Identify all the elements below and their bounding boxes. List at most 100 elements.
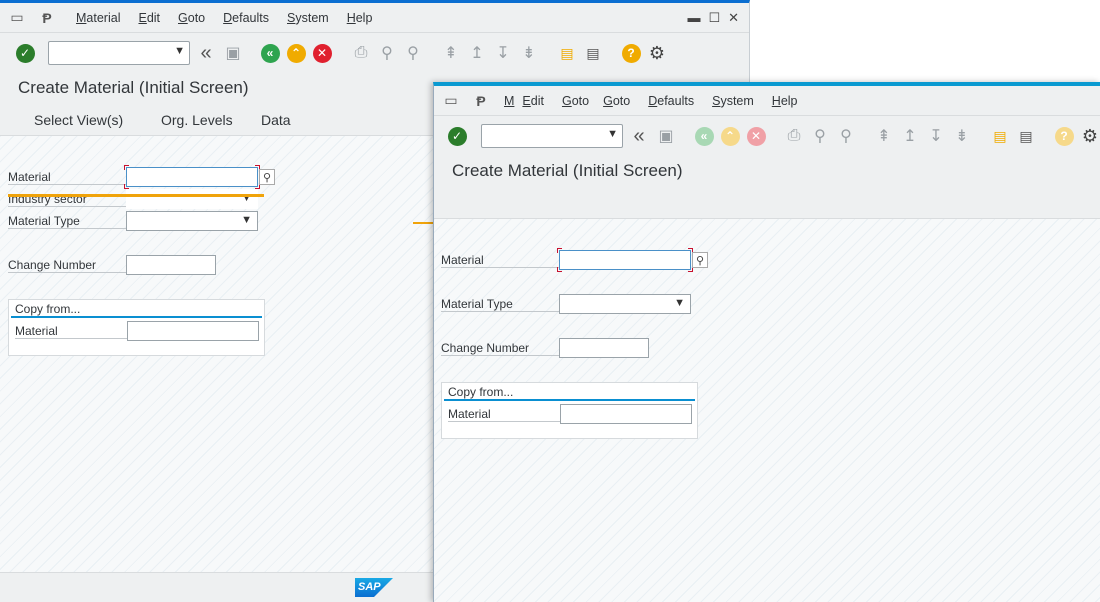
save-button[interactable]: ▣ bbox=[655, 125, 677, 147]
chevron-down-icon: ▼ bbox=[674, 297, 685, 309]
menu-system[interactable]: System bbox=[712, 94, 754, 108]
content-area: Material ⚲ Material Type ▼ Change Number… bbox=[434, 219, 1100, 602]
back-button[interactable]: « bbox=[693, 125, 715, 147]
next-page-icon: ↧ bbox=[929, 128, 943, 145]
strike-annotation bbox=[8, 194, 264, 197]
copy-material-label: Material bbox=[448, 407, 560, 422]
back-history-button[interactable]: « bbox=[195, 42, 217, 64]
new-session-button[interactable]: ▤ bbox=[989, 125, 1011, 147]
cancel-button[interactable]: ✕ bbox=[745, 125, 767, 147]
prev-page-icon: ↥ bbox=[470, 45, 484, 62]
enter-button[interactable]: ✓ bbox=[446, 125, 468, 147]
menu-goto-2[interactable]: Goto bbox=[603, 94, 630, 108]
find-next-button[interactable]: ⚲ bbox=[835, 125, 857, 147]
menu-material[interactable]: Material bbox=[76, 11, 120, 25]
menu-goto[interactable]: Goto bbox=[562, 94, 589, 108]
change-number-label: Change Number bbox=[8, 258, 126, 273]
first-page-button[interactable]: ⇞ bbox=[873, 125, 895, 147]
last-page-button[interactable]: ⇟ bbox=[518, 42, 540, 64]
next-page-button[interactable]: ↧ bbox=[925, 125, 947, 147]
last-page-button[interactable]: ⇟ bbox=[951, 125, 973, 147]
material-type-select[interactable]: ▼ bbox=[126, 211, 258, 231]
print-button[interactable]: ⎙ bbox=[350, 42, 372, 64]
double-chevron-left-icon: « bbox=[633, 124, 645, 147]
menu-icon[interactable]: ▭ bbox=[8, 9, 26, 26]
copy-material-label: Material bbox=[15, 324, 127, 339]
material-type-select[interactable]: ▼ bbox=[559, 294, 691, 314]
prev-page-icon: ↥ bbox=[903, 128, 917, 145]
menu-goto[interactable]: Goto bbox=[178, 11, 205, 25]
binoculars-plus-icon: ⚲ bbox=[407, 45, 419, 62]
print-icon: ⎙ bbox=[354, 44, 368, 61]
menu-system[interactable]: System bbox=[287, 11, 329, 25]
shortcut-icon: ▤ bbox=[586, 44, 600, 61]
back-history-button[interactable]: « bbox=[628, 125, 650, 147]
required-marker-bl bbox=[557, 267, 562, 272]
copy-material-input[interactable] bbox=[560, 404, 692, 424]
org-levels-button[interactable]: Org. Levels bbox=[161, 112, 233, 128]
sap-p-icon[interactable]: Ᵽ bbox=[38, 10, 56, 26]
shortcut-button[interactable]: ▤ bbox=[582, 42, 604, 64]
print-icon: ⎙ bbox=[787, 127, 801, 144]
help-button[interactable]: ? bbox=[1053, 125, 1075, 147]
required-marker-tl bbox=[557, 248, 562, 253]
sap-p-icon[interactable]: Ᵽ bbox=[472, 93, 490, 109]
new-session-button[interactable]: ▤ bbox=[556, 42, 578, 64]
menu-help[interactable]: Help bbox=[772, 94, 798, 108]
prev-page-button[interactable]: ↥ bbox=[899, 125, 921, 147]
prev-page-button[interactable]: ↥ bbox=[466, 42, 488, 64]
menu-bar: ▭ Ᵽ M Edit Goto Goto Defaults System Hel… bbox=[434, 86, 1100, 116]
cancel-icon: ✕ bbox=[312, 43, 332, 63]
double-chevron-left-icon: « bbox=[200, 41, 212, 64]
help-button[interactable]: ? bbox=[620, 42, 642, 64]
find-button[interactable]: ⚲ bbox=[809, 125, 831, 147]
find-button[interactable]: ⚲ bbox=[376, 42, 398, 64]
value-help-button[interactable]: ⚲ bbox=[692, 252, 708, 268]
menu-defaults[interactable]: Defaults bbox=[223, 11, 269, 25]
command-field[interactable]: ▼ bbox=[481, 124, 623, 148]
menu-edit[interactable]: Edit bbox=[138, 11, 160, 25]
data-button[interactable]: Data bbox=[261, 112, 291, 128]
settings-button[interactable]: ⚙ bbox=[646, 42, 668, 64]
close-icon[interactable]: ✕ bbox=[728, 10, 739, 26]
window-controls: ▬ ☐ ✕ bbox=[687, 10, 739, 26]
material-label: Material bbox=[8, 170, 126, 185]
change-number-input[interactable] bbox=[126, 255, 216, 275]
menu-defaults[interactable]: Defaults bbox=[648, 94, 694, 108]
material-type-label: Material Type bbox=[441, 297, 559, 312]
maximize-icon[interactable]: ☐ bbox=[708, 10, 720, 26]
shortcut-button[interactable]: ▤ bbox=[1015, 125, 1037, 147]
command-field[interactable]: ▼ bbox=[48, 41, 190, 65]
change-number-input[interactable] bbox=[559, 338, 649, 358]
check-icon: ✓ bbox=[15, 43, 35, 63]
menu-icon[interactable]: ▭ bbox=[442, 92, 460, 109]
print-button[interactable]: ⎙ bbox=[783, 125, 805, 147]
value-help-button[interactable]: ⚲ bbox=[259, 169, 275, 185]
select-views-button[interactable]: Select View(s) bbox=[34, 112, 123, 128]
settings-button[interactable]: ⚙ bbox=[1079, 125, 1100, 147]
change-number-label: Change Number bbox=[441, 341, 559, 356]
material-input[interactable] bbox=[559, 250, 691, 270]
exit-icon: ⌃ bbox=[286, 43, 306, 63]
exit-button[interactable]: ⌃ bbox=[285, 42, 307, 64]
find-next-button[interactable]: ⚲ bbox=[402, 42, 424, 64]
enter-button[interactable]: ✓ bbox=[14, 42, 36, 64]
industry-sector-select[interactable]: ▼ bbox=[126, 189, 258, 209]
first-page-button[interactable]: ⇞ bbox=[440, 42, 462, 64]
cancel-button[interactable]: ✕ bbox=[311, 42, 333, 64]
new-session-icon: ▤ bbox=[560, 44, 574, 61]
save-button[interactable]: ▣ bbox=[222, 42, 244, 64]
exit-button[interactable]: ⌃ bbox=[719, 125, 741, 147]
next-page-button[interactable]: ↧ bbox=[492, 42, 514, 64]
material-input[interactable] bbox=[126, 167, 258, 187]
menu-edit[interactable]: Edit bbox=[522, 94, 544, 108]
chevron-down-icon: ▼ bbox=[241, 214, 252, 226]
last-page-icon: ⇟ bbox=[522, 45, 536, 62]
next-page-icon: ↧ bbox=[496, 45, 510, 62]
minimize-icon[interactable]: ▬ bbox=[687, 10, 700, 26]
menu-help[interactable]: Help bbox=[347, 11, 373, 25]
copy-material-input[interactable] bbox=[127, 321, 259, 341]
menu-material[interactable]: M bbox=[504, 94, 514, 108]
material-type-label: Material Type bbox=[8, 214, 126, 229]
back-button[interactable]: « bbox=[259, 42, 281, 64]
